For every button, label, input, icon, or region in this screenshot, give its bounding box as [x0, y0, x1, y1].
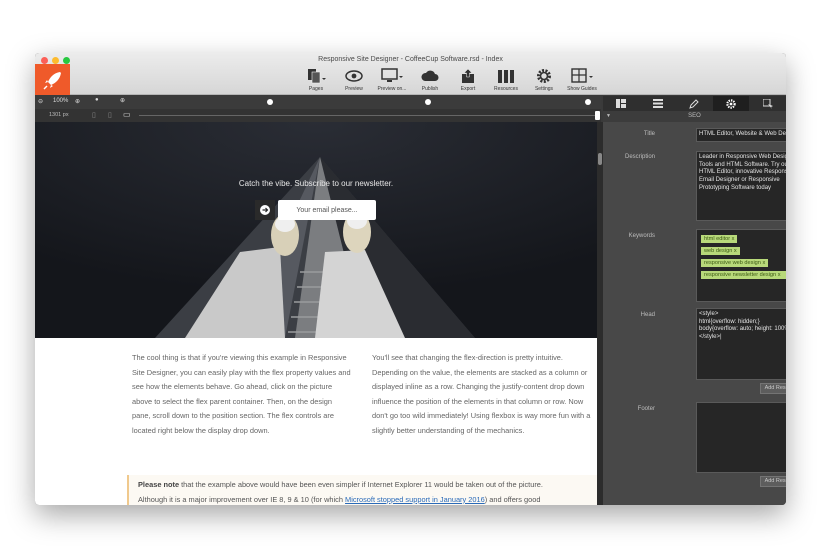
- canvas-width-slider[interactable]: [139, 115, 599, 116]
- design-canvas[interactable]: Catch the vibe. Subscribe to our newslet…: [35, 122, 597, 505]
- tab-inspect[interactable]: [749, 96, 786, 111]
- note-text: ) and offers good: [484, 494, 541, 504]
- properties-panel: ▼ SEO Title HTML Editor, Website & Web D…: [603, 96, 786, 505]
- guides-icon: [571, 67, 593, 85]
- title-field[interactable]: HTML Editor, Website & Web Design: [696, 128, 786, 142]
- pages-button[interactable]: Pages: [303, 67, 329, 92]
- note-text: Although it is a major improvement over …: [138, 494, 346, 504]
- note-bold: Please note: [138, 480, 180, 489]
- panel-tabs: [603, 96, 786, 111]
- app-logo: [35, 64, 70, 95]
- layout-icon: [616, 99, 627, 108]
- zoom-bar: ⊖ 100% ⊕ ● ⊕: [35, 96, 601, 109]
- show-guides-button[interactable]: Show Guides: [567, 67, 597, 92]
- resources-button[interactable]: Resources: [493, 67, 519, 92]
- breakpoint-handle[interactable]: [425, 99, 431, 105]
- cloud-icon: [421, 67, 439, 85]
- monitor-icon: [381, 67, 403, 85]
- title-label: Title: [643, 131, 655, 137]
- hero-section[interactable]: Catch the vibe. Subscribe to our newslet…: [35, 122, 597, 338]
- canvas-width-label: 1301 px: [49, 112, 69, 118]
- tab-layout[interactable]: [603, 96, 640, 111]
- keyword-tag[interactable]: web design x: [701, 247, 740, 255]
- keyword-tag[interactable]: responsive web design x: [701, 259, 769, 267]
- description-label: Description: [624, 154, 655, 160]
- eye-icon: [345, 67, 363, 85]
- keyword-tag[interactable]: html editor x: [701, 235, 738, 243]
- hero-headline: Catch the vibe. Subscribe to our newslet…: [238, 179, 394, 188]
- arrow-right-icon: [260, 205, 270, 215]
- settings-button[interactable]: Settings: [531, 67, 557, 92]
- canvas-width-bar: 1301 px ▯ ▯ ▭: [35, 109, 601, 122]
- tablet-icon[interactable]: ▯: [108, 111, 112, 119]
- list-icon: [652, 99, 663, 108]
- description-field[interactable]: Leader in Responsive Web Design Tools an…: [696, 151, 786, 221]
- footer-label: Footer: [637, 406, 655, 412]
- note-text: that the example above would have been e…: [179, 480, 543, 489]
- zoom-level: 100%: [53, 98, 69, 104]
- collapse-arrow-icon[interactable]: ▼: [606, 111, 611, 122]
- main-toolbar: Pages Preview Preview on... Publish Expo…: [303, 67, 597, 92]
- window-title: Responsive Site Designer - CoffeeCup Sof…: [318, 56, 503, 63]
- add-breakpoint-icon[interactable]: ⊕: [120, 97, 125, 104]
- phone-icon[interactable]: ▯: [92, 111, 96, 119]
- keywords-label: Keywords: [628, 233, 655, 239]
- tab-elements[interactable]: [640, 96, 677, 111]
- app-window: Responsive Site Designer - CoffeeCup Sof…: [35, 53, 786, 505]
- breakpoint-handle[interactable]: [585, 99, 591, 105]
- keyword-tag[interactable]: responsive newsletter design x: [701, 271, 786, 279]
- preview-button[interactable]: Preview: [341, 67, 367, 92]
- tab-design[interactable]: [676, 96, 713, 111]
- remove-breakpoint-icon[interactable]: ●: [95, 97, 99, 103]
- note-link[interactable]: Microsoft stopped support in January 201…: [345, 495, 485, 504]
- zoom-out-icon[interactable]: ⊖: [38, 98, 43, 105]
- publish-button[interactable]: Publish: [417, 67, 443, 92]
- desktop-icon[interactable]: ▭: [123, 110, 131, 119]
- zoom-in-icon[interactable]: ⊕: [75, 98, 80, 105]
- add-resource-button[interactable]: Add Resource: [760, 476, 786, 487]
- gear-icon: [726, 98, 736, 109]
- tab-settings[interactable]: [712, 96, 750, 111]
- pages-icon: [306, 67, 326, 85]
- cursor-select-icon: [762, 98, 773, 109]
- gear-icon: [536, 67, 552, 85]
- newsletter-form: Your email please...: [255, 200, 376, 220]
- rocket-icon: [43, 71, 61, 89]
- pencil-icon: [689, 98, 700, 109]
- keywords-field[interactable]: html editor x web design x responsive we…: [696, 229, 786, 302]
- scrollbar-thumb[interactable]: [598, 153, 602, 165]
- hero-image: [35, 122, 597, 338]
- title-bar: Responsive Site Designer - CoffeeCup Sof…: [35, 53, 786, 95]
- head-field[interactable]: <style> html{overflow: hidden;} body{ove…: [696, 308, 786, 380]
- add-resource-button[interactable]: Add Resource: [760, 383, 786, 394]
- content-column-right: You'll see that changing the flex-direct…: [372, 353, 591, 435]
- note-box: Please note that the example above would…: [127, 475, 597, 505]
- preview-on-button[interactable]: Preview on...: [378, 67, 406, 92]
- footer-field[interactable]: [696, 402, 786, 473]
- width-slider-handle[interactable]: [595, 111, 600, 120]
- email-input[interactable]: Your email please...: [278, 200, 376, 220]
- breakpoint-handle[interactable]: [267, 99, 273, 105]
- content-columns: The cool thing is that if you're viewing…: [132, 351, 592, 439]
- head-label: Head: [640, 312, 655, 318]
- panel-section-header: ▼ SEO: [603, 111, 786, 122]
- resources-icon: [497, 67, 515, 85]
- export-button[interactable]: Export: [455, 67, 481, 92]
- export-icon: [460, 67, 476, 85]
- content-column-left: The cool thing is that if you're viewing…: [132, 353, 351, 435]
- subscribe-button[interactable]: [255, 200, 275, 220]
